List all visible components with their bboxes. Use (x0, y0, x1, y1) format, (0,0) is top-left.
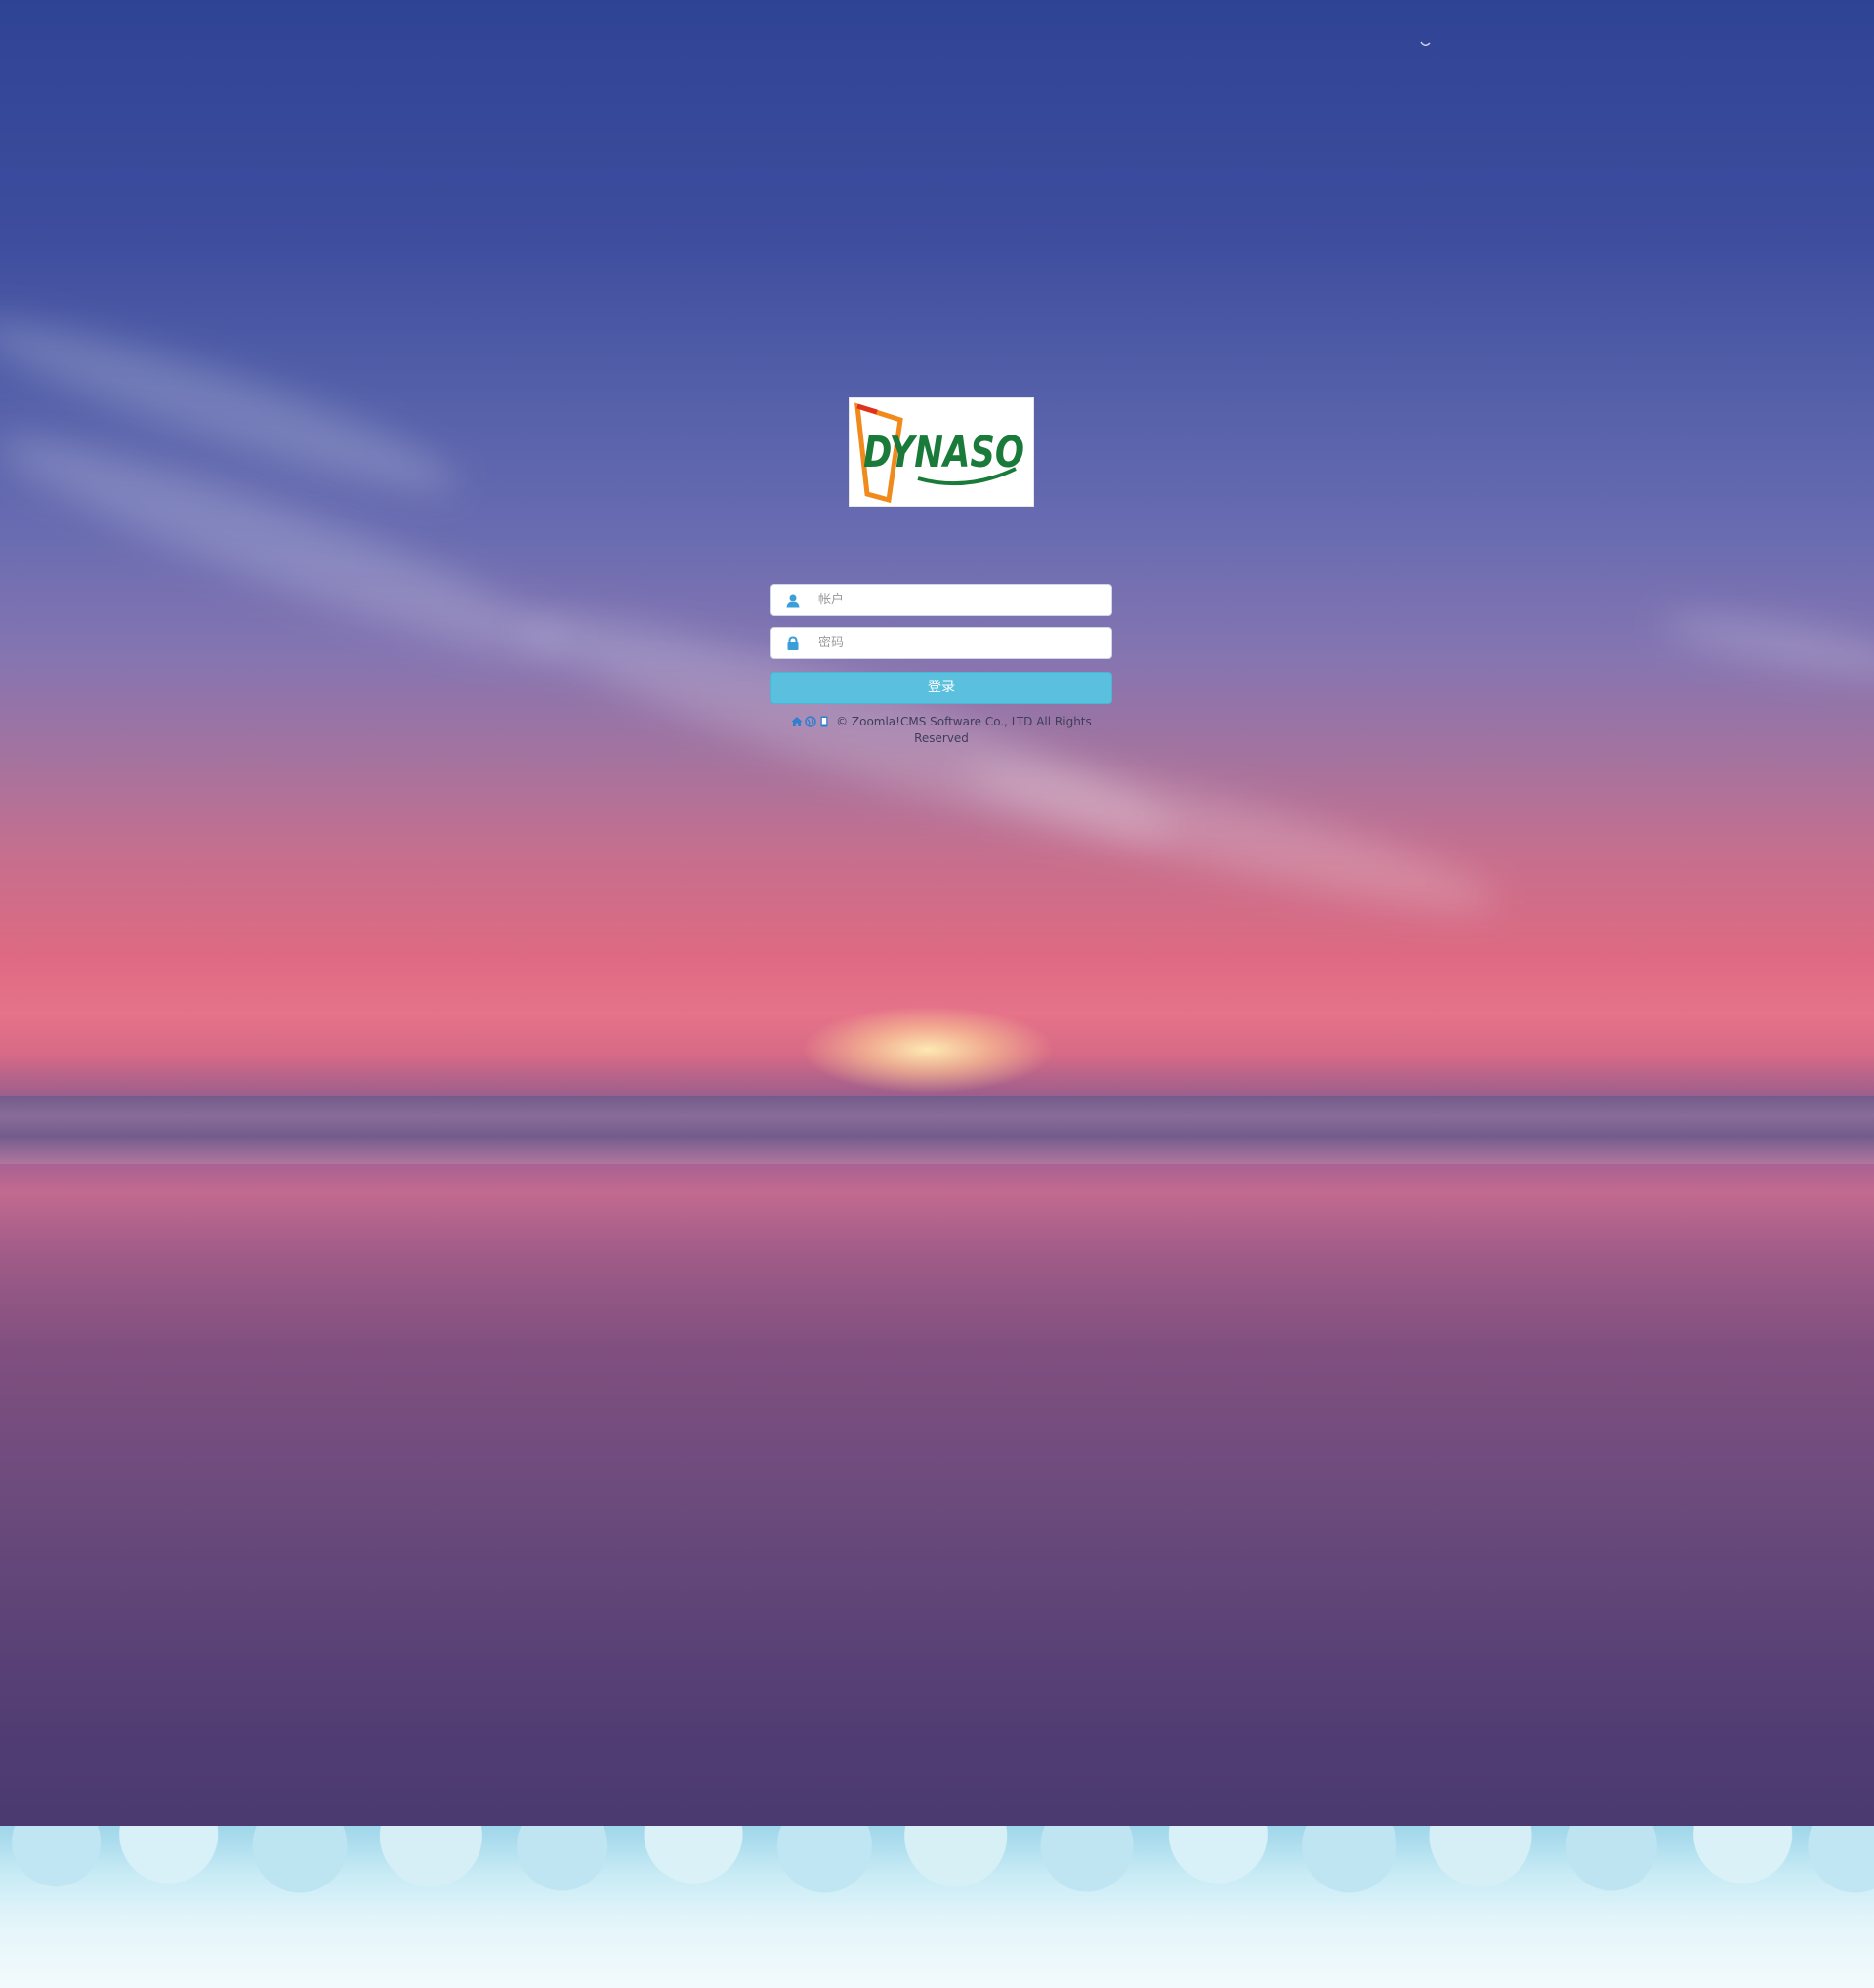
password-field[interactable] (770, 627, 1112, 659)
sea-horizon (0, 1096, 1874, 1164)
dynaso-logo: DYNASO (854, 402, 1024, 504)
logo: DYNASO (849, 397, 1034, 507)
cloud-streak (1658, 602, 1874, 686)
username-field[interactable] (770, 584, 1112, 616)
globe-icon[interactable] (805, 716, 816, 727)
home-icon[interactable] (791, 716, 803, 727)
footer: © Zoomla!CMS Software Co., LTD All Right… (770, 714, 1112, 747)
password-input[interactable] (818, 629, 1102, 657)
sun-glow (801, 1006, 1055, 1094)
background-photo (0, 0, 1874, 1988)
cloud-streak (956, 735, 1505, 934)
moon-icon (1420, 41, 1431, 46)
bottom-clouds (0, 1826, 1874, 1988)
lock-icon (787, 636, 799, 650)
user-icon (786, 594, 800, 608)
phone-icon[interactable] (818, 716, 830, 727)
copyright-text: © Zoomla!CMS Software Co., LTD All Right… (836, 715, 1092, 745)
username-input[interactable] (818, 586, 1102, 614)
svg-text:DYNASO: DYNASO (863, 428, 1024, 477)
login-button[interactable]: 登录 (770, 672, 1112, 704)
